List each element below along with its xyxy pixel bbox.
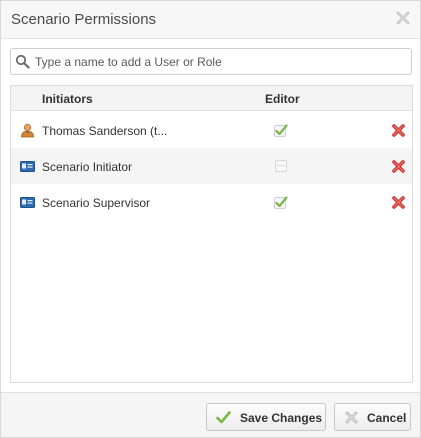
dialog-titlebar: Scenario Permissions xyxy=(1,1,420,39)
editor-checkbox-checked[interactable] xyxy=(274,123,288,137)
close-icon xyxy=(344,410,359,425)
search-input[interactable] xyxy=(35,52,405,72)
dialog-footer: Save Changes Cancel xyxy=(1,392,420,437)
editor-checkbox-unchecked[interactable] xyxy=(274,159,288,173)
permission-row: Scenario Supervisor xyxy=(11,184,412,220)
column-header-editor: Editor xyxy=(265,92,300,106)
save-changes-label: Save Changes xyxy=(240,411,323,425)
save-changes-button[interactable]: Save Changes xyxy=(206,403,326,431)
row-name: Thomas Sanderson (t... xyxy=(42,124,168,138)
permission-row: Thomas Sanderson (t... xyxy=(11,112,412,148)
permissions-grid: Initiators Editor Thomas Sanderson (t... xyxy=(10,85,413,383)
row-name: Scenario Initiator xyxy=(42,160,133,174)
delete-icon[interactable] xyxy=(391,195,406,210)
role-card-icon xyxy=(20,159,35,174)
column-header-initiators: Initiators xyxy=(42,92,93,106)
checkmark-icon xyxy=(216,410,231,425)
row-name: Scenario Supervisor xyxy=(42,196,151,210)
role-card-icon xyxy=(20,195,35,210)
user-icon xyxy=(20,123,35,138)
user-role-search xyxy=(10,48,412,75)
dialog-title: Scenario Permissions xyxy=(11,11,157,28)
delete-icon[interactable] xyxy=(391,123,406,138)
permission-row: Scenario Initiator xyxy=(11,148,412,184)
search-icon xyxy=(15,54,30,69)
delete-icon[interactable] xyxy=(391,159,406,174)
editor-checkbox-checked[interactable] xyxy=(274,195,288,209)
cancel-label: Cancel xyxy=(367,411,407,425)
close-icon[interactable] xyxy=(396,11,410,25)
cancel-button[interactable]: Cancel xyxy=(334,403,411,431)
scenario-permissions-dialog: Scenario Permissions Initiators Editor xyxy=(0,0,421,438)
grid-header: Initiators Editor xyxy=(11,86,412,111)
